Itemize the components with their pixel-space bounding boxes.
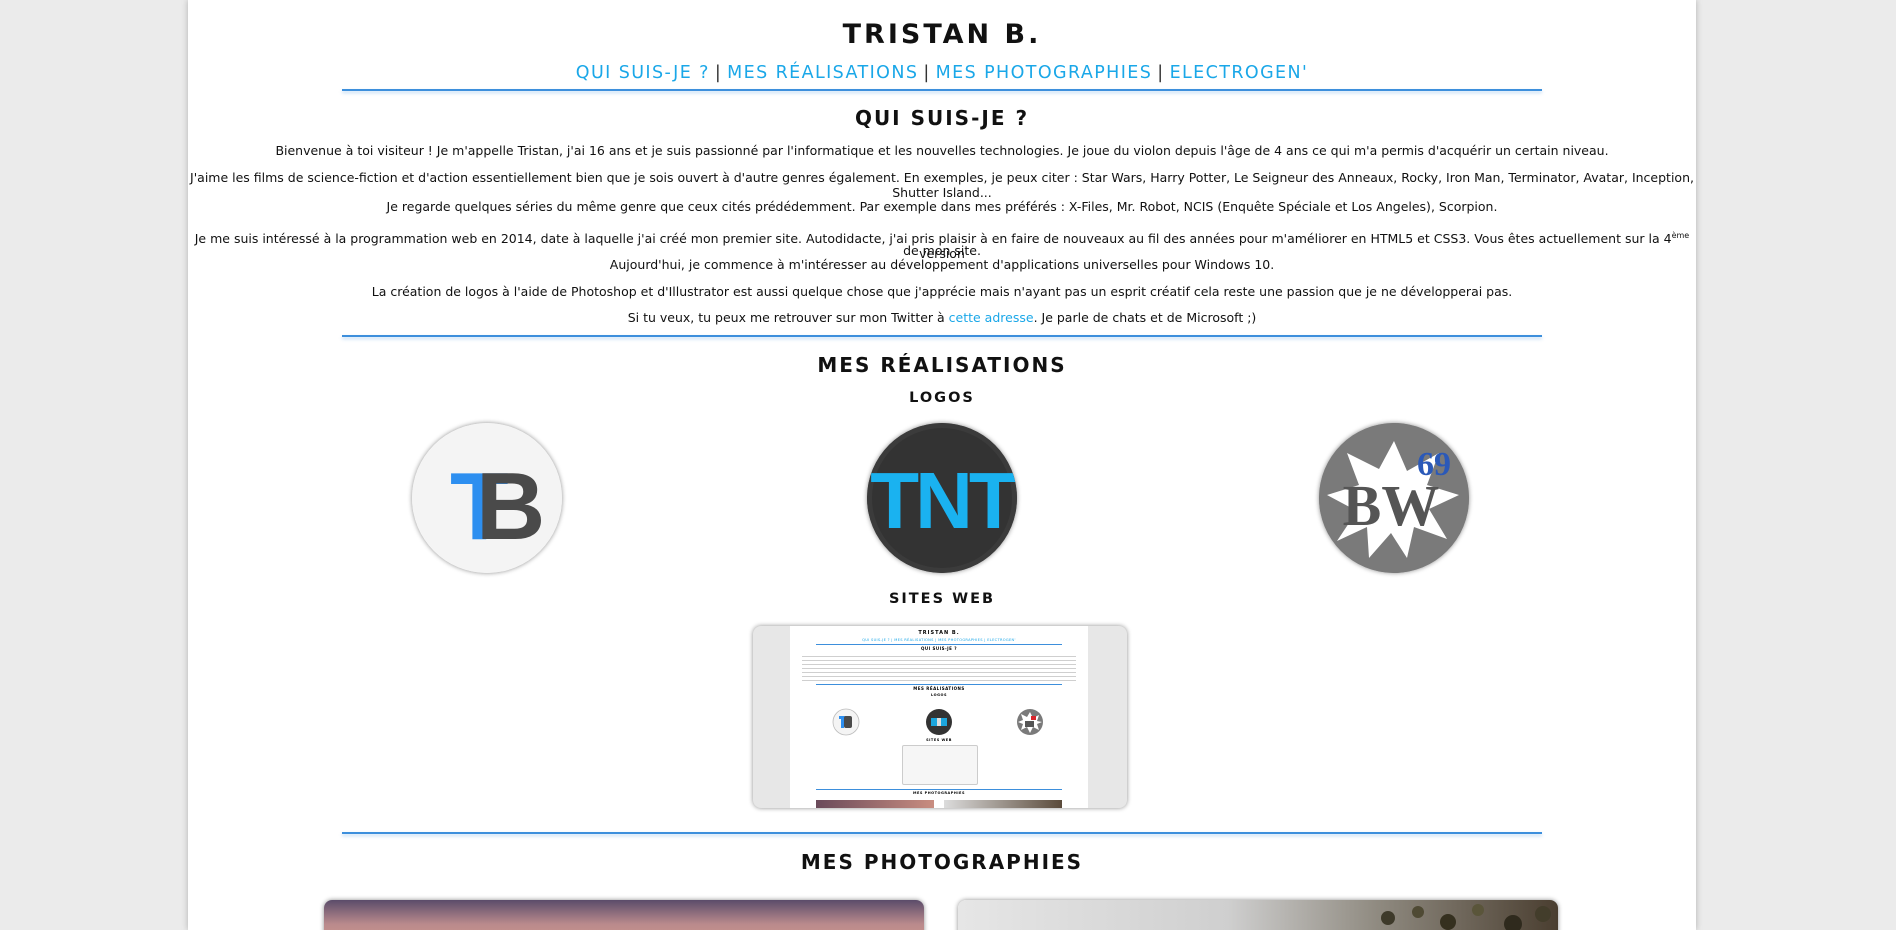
thumbnail-divider (816, 644, 1062, 645)
about-paragraph-5: Si tu veux, tu peux me retrouver sur mon… (627, 310, 1257, 325)
thumbnail-page: TRISTAN B. QUI SUIS-JE ? | MES RÉALISATI… (790, 626, 1088, 808)
site-title: TRISTAN B. (842, 19, 1042, 50)
divider (342, 335, 1542, 337)
thumbnail-title: TRISTAN B. (918, 630, 960, 636)
twitter-link[interactable]: cette adresse (949, 310, 1034, 325)
nav-link-mes-photographies[interactable]: MES PHOTOGRAPHIES (936, 63, 1153, 83)
thumbnail-text-line (802, 672, 1076, 673)
main-nav: QUI SUIS-JE ? | MES RÉALISATIONS | MES PHOTO… (188, 63, 1696, 83)
photo-tree[interactable] (958, 900, 1558, 930)
thumbnail-text-line (802, 676, 1076, 677)
photo-tree-foliage (1381, 904, 1551, 930)
logo-tnt-text: TNT (870, 456, 1017, 545)
section-heading-realisations: MES RÉALISATIONS (817, 353, 1067, 377)
website-screenshot-thumbnail[interactable]: TRISTAN B. QUI SUIS-JE ? | MES RÉALISATI… (753, 626, 1127, 808)
subheading-sites-web: SITES WEB (888, 591, 996, 607)
thumbnail-logo-tb (832, 708, 860, 736)
subheading-logos: LOGOS (909, 390, 975, 406)
logo-bw69[interactable]: BW 69 (1319, 423, 1469, 573)
about-paragraph-3-line-3: Aujourd'hui, je commence à m'intéresser … (609, 257, 1275, 272)
about-paragraph-2-line-1: J'aime les films de science-fiction et d… (190, 170, 1694, 185)
page-container: TRISTAN B. QUI SUIS-JE ? | MES RÉALISATION… (188, 0, 1696, 930)
nav-separator: | (714, 63, 723, 83)
thumbnail-nav: QUI SUIS-JE ? | MES RÉALISATIONS | MES P… (862, 638, 1016, 642)
thumbnail-divider (816, 789, 1062, 790)
thumbnail-text-line (802, 664, 1076, 665)
logo-tb[interactable]: T B (412, 423, 562, 573)
thumbnail-heading-about: QUI SUIS-JE ? (920, 646, 958, 651)
thumbnail-heading-photos: MES PHOTOGRAPHIES (913, 791, 965, 795)
thumbnail-logo-tnt (926, 709, 952, 735)
nav-link-electrogen[interactable]: ELECTROGEN' (1170, 63, 1309, 83)
logo-tnt-graphic: TNT (867, 423, 1017, 573)
about-paragraph-4: La création de logos à l'aide de Photosh… (371, 284, 1513, 299)
nav-link-qui-suis-je[interactable]: QUI SUIS-JE ? (576, 63, 710, 83)
about-paragraph-2-line-3: Je regarde quelques séries du même genre… (386, 199, 1498, 214)
thumbnail-photo-2 (944, 800, 1062, 808)
thumbnail-text-line (802, 680, 1076, 681)
thumbnail-text-line (802, 660, 1076, 661)
logo-tb-graphic: T B (412, 423, 562, 573)
section-heading-about: QUI SUIS-JE ? (854, 106, 1030, 130)
about-paragraph-2-line-2: Shutter Island... (892, 185, 992, 200)
thumbnail-divider (816, 684, 1062, 685)
divider (342, 89, 1542, 91)
thumbnail-text-line (802, 668, 1076, 669)
about-paragraph-1: Bienvenue à toi visiteur ! Je m'appelle … (275, 143, 1609, 158)
thumbnail-photo-1 (816, 800, 934, 808)
thumbnail-heading-sites: SITES WEB (926, 738, 952, 742)
photo-sunset[interactable] (324, 900, 924, 930)
logo-tnt[interactable]: TNT (867, 423, 1017, 573)
nav-separator: | (1157, 63, 1165, 83)
thumbnail-logo-bw69 (1017, 709, 1043, 735)
thumbnail-heading-logos: LOGOS (931, 693, 947, 697)
logo-tb-letter-b: B (476, 453, 545, 560)
logo-bw69-graphic: BW 69 (1319, 423, 1469, 573)
logo-bw-number: 69 (1417, 446, 1451, 483)
thumbnail-text-line (802, 656, 1076, 657)
divider (342, 832, 1542, 834)
thumbnail-heading-realisations: MES RÉALISATIONS (913, 686, 965, 691)
about-paragraph-3-line-2: de mon site. (903, 243, 981, 258)
nav-separator: | (923, 63, 931, 83)
nav-link-mes-realisations[interactable]: MES RÉALISATIONS (727, 63, 918, 83)
section-heading-photos: MES PHOTOGRAPHIES (800, 850, 1084, 874)
thumbnail-site-preview (902, 745, 978, 785)
